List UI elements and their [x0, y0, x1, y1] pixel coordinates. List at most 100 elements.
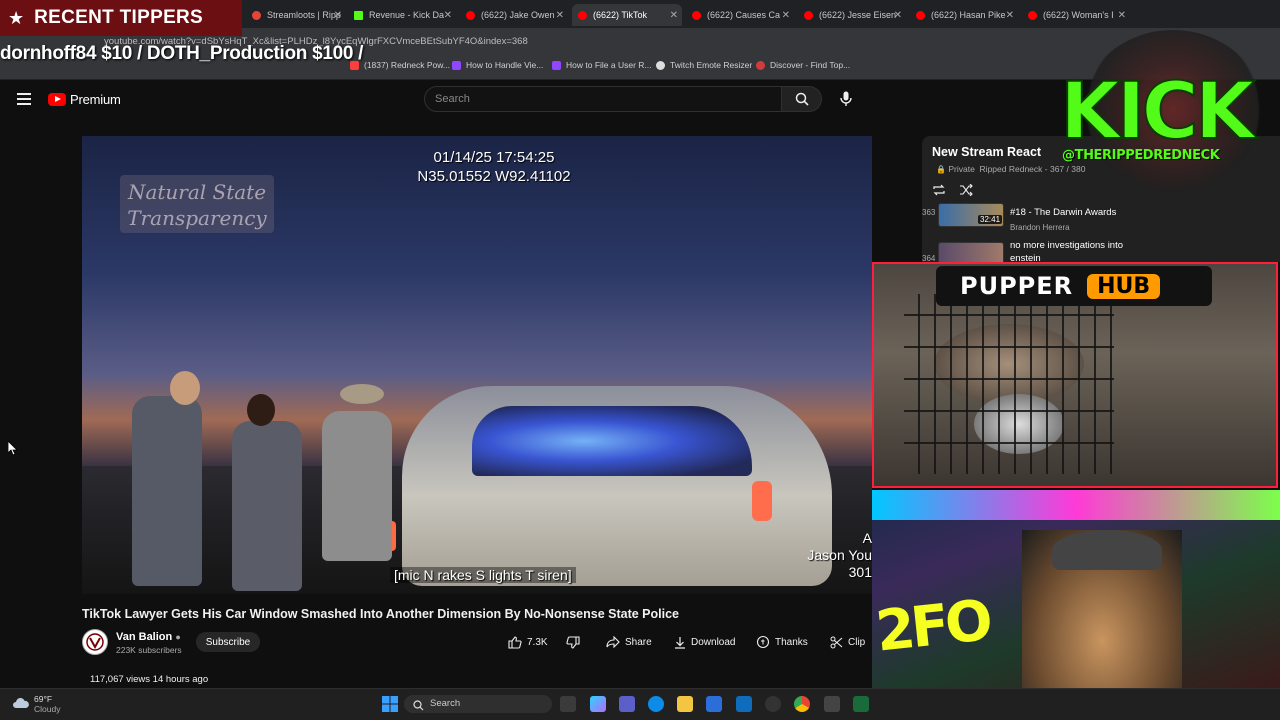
weather-temperature[interactable]: 69°F [34, 694, 52, 704]
close-icon[interactable]: ✕ [444, 10, 452, 21]
bookmark-handle-vie[interactable]: How to Handle Vie... [452, 60, 543, 70]
clip-button[interactable]: Clip [830, 632, 865, 652]
video-caption: [mic N rakes S lights T siren] [390, 567, 576, 583]
dislike-button[interactable] [566, 632, 585, 652]
bookmark-emote-resizer[interactable]: Twitch Emote Resizer [656, 60, 752, 70]
video-car-window [472, 406, 752, 476]
youtube-icon [916, 10, 925, 20]
store-icon[interactable] [706, 696, 722, 712]
tab-streamloots[interactable]: Streamloots | Ripp ✕ [246, 4, 346, 26]
youtube-play-icon [48, 93, 66, 106]
video-meta: 117,067 views 14 hours ago [90, 674, 209, 685]
youtube-icon [578, 10, 587, 20]
hamburger-menu-icon[interactable] [17, 93, 31, 105]
star-icon: ★ [8, 7, 25, 28]
app-icon[interactable] [824, 696, 840, 712]
playlist-title[interactable]: New Stream React [932, 145, 1041, 159]
tab-jesse-eisen[interactable]: (6622) Jesse Eisen ✕ [798, 4, 906, 26]
close-icon[interactable]: ✕ [782, 10, 790, 21]
thanks-button[interactable]: Thanks [756, 632, 808, 652]
scissors-icon [830, 636, 843, 648]
close-icon[interactable]: ✕ [670, 10, 678, 21]
thumbs-down-icon [566, 635, 580, 649]
loop-icon[interactable] [932, 183, 946, 196]
file-explorer-icon[interactable] [677, 696, 693, 712]
webcam-sign: 2FO [872, 588, 992, 665]
windows-taskbar [0, 688, 1280, 720]
youtube-icon [692, 10, 701, 20]
obs-icon[interactable] [765, 696, 781, 712]
close-icon[interactable]: ✕ [334, 10, 342, 21]
bookmark-redneck-pow[interactable]: (1837) Redneck Pow... [350, 60, 450, 70]
bookmark-file-user-report[interactable]: How to File a User R... [552, 60, 652, 70]
tab-kick-revenue[interactable]: Revenue - Kick Da ✕ [348, 4, 456, 26]
tab-jake-owen[interactable]: (6622) Jake Owen ✕ [460, 4, 568, 26]
playlist-item-channel: Brandon Herrera [1010, 223, 1070, 232]
download-icon [675, 636, 685, 649]
shuffle-icon[interactable] [959, 183, 973, 197]
close-icon[interactable]: ✕ [894, 10, 902, 21]
video-nameplate: A Jason You 301 [807, 530, 872, 580]
tipper-ticker: dornhoff84 $10 / DOTH_Production $100 / [0, 43, 364, 64]
close-icon[interactable]: ✕ [1006, 10, 1014, 21]
video-officer [232, 421, 302, 591]
channel-logo-icon [86, 633, 104, 651]
search-button[interactable] [782, 86, 822, 112]
video-officer [322, 411, 392, 561]
channel-name[interactable]: Van Balion ● [116, 631, 181, 643]
edge-icon[interactable] [648, 696, 664, 712]
video-officer-head [247, 394, 275, 426]
pupper-hub-logo: PUPPER HUB [936, 266, 1212, 306]
taskbar-search[interactable]: Search [404, 695, 552, 713]
video-timestamp: 01/14/25 17:54:25 N35.01552 W92.41102 [417, 149, 571, 185]
video-officer-hat [340, 384, 384, 404]
thanks-icon [756, 635, 770, 649]
lock-icon: 🔒 [936, 165, 946, 174]
tab-womans[interactable]: (6622) Woman's I ✕ [1022, 4, 1130, 26]
youtube-icon [1028, 10, 1037, 20]
copilot-icon[interactable] [590, 696, 606, 712]
outlook-icon[interactable] [736, 696, 752, 712]
webcam-led-strip [872, 490, 1280, 520]
app-icon[interactable] [853, 696, 869, 712]
pupper-cage [904, 294, 1114, 474]
search-input[interactable]: Search [424, 86, 782, 112]
playlist-item-title[interactable]: #18 - The Darwin Awards [1010, 207, 1116, 218]
like-button[interactable]: 7.3K [508, 632, 548, 652]
discover-icon [756, 60, 765, 70]
streamloots-icon [252, 10, 261, 20]
search-icon [413, 698, 424, 716]
tab-causes[interactable]: (6622) Causes Ca ✕ [686, 4, 794, 26]
close-icon[interactable]: ✕ [1118, 10, 1126, 21]
download-button[interactable]: Download [674, 632, 735, 652]
cloud-icon [12, 696, 30, 708]
twitch-icon [452, 60, 461, 70]
chrome-icon[interactable] [794, 696, 810, 712]
video-tail-light [752, 481, 772, 521]
tab-tiktok-active[interactable]: (6622) TikTok ✕ [572, 4, 682, 26]
playlist-item-title[interactable]: no more investigations into [1010, 240, 1123, 251]
channel-avatar[interactable] [82, 629, 108, 655]
verified-icon: ● [175, 632, 181, 642]
playlist-item-duration: 32:41 [978, 215, 1003, 224]
youtube-premium-logo[interactable]: Premium [48, 92, 121, 107]
task-view-icon[interactable] [560, 696, 576, 712]
recent-tippers-banner: ★ RECENT TIPPERS [0, 0, 242, 36]
teams-icon[interactable] [619, 696, 635, 712]
tab-hasan-pike[interactable]: (6622) Hasan Pike ✕ [910, 4, 1018, 26]
subscribe-button[interactable]: Subscribe [196, 632, 260, 652]
mouse-cursor-icon [7, 440, 18, 460]
bookmark-discover[interactable]: Discover - Find Top... [756, 60, 850, 70]
kick-overlay: KICK @THERIPPEDREDNECK [1059, 67, 1256, 163]
thumbs-up-icon [508, 635, 522, 649]
video-title: TikTok Lawyer Gets His Car Window Smashe… [82, 607, 679, 621]
globe-icon [656, 60, 665, 70]
channel-subscribers: 223K subscribers [116, 645, 182, 655]
webcam-cap [1052, 530, 1162, 570]
youtube-icon [466, 10, 475, 20]
close-icon[interactable]: ✕ [556, 10, 564, 21]
microphone-icon[interactable] [839, 91, 853, 107]
share-button[interactable]: Share [606, 632, 652, 652]
video-officer [132, 396, 202, 586]
windows-start-icon[interactable] [382, 696, 398, 712]
